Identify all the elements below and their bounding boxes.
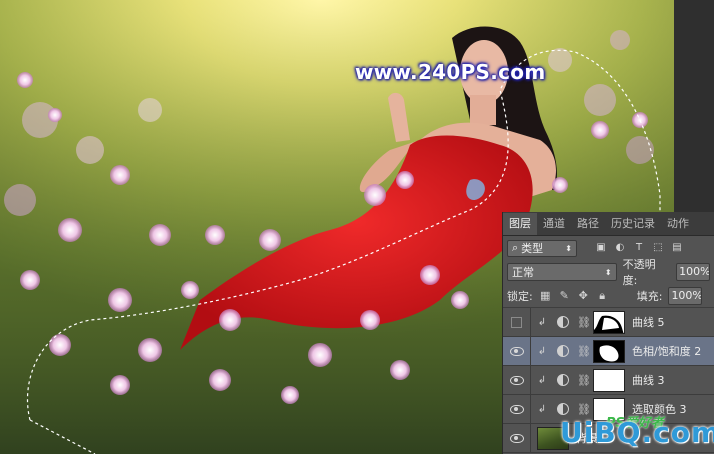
filter-icons: ▣ ◐ T ⬚ ▤ (595, 242, 683, 254)
adjustment-layer-icon (557, 345, 569, 357)
visibility-toggle[interactable] (503, 307, 531, 337)
visibility-toggle[interactable] (503, 365, 531, 395)
layer-row[interactable]: ↲ ⛓ 曲线 5 (503, 307, 714, 337)
smart-object-filter-icon[interactable]: ▤ (671, 242, 683, 254)
lock-position-icon[interactable]: ✥ (577, 289, 590, 302)
layer-name: 色相/饱和度 2 (632, 345, 702, 358)
layer-row[interactable]: ↲ ⛓ 曲线 3 (503, 365, 714, 395)
lock-image-icon[interactable]: ✎ (558, 289, 571, 302)
link-icon[interactable]: ⛓ (577, 345, 591, 358)
opacity-label: 不透明度: (622, 258, 656, 287)
link-icon[interactable]: ⛓ (577, 316, 591, 329)
eye-icon (509, 404, 524, 414)
lock-row: 锁定: ▦ ✎ ✥ 🔒︎ 填充: 100% (503, 284, 714, 308)
link-icon[interactable]: ⛓ (577, 374, 591, 387)
fill-label: 填充: (636, 289, 663, 303)
layer-name: 曲线 5 (632, 316, 665, 329)
adjustment-layer-icon (557, 403, 569, 415)
tab-layers[interactable]: 图层 (503, 213, 537, 235)
chevron-updown-icon: ⬍ (604, 267, 612, 277)
visibility-off-box (511, 316, 522, 328)
layer-name: 曲线 3 (632, 374, 665, 387)
clip-arrow-icon: ↲ (537, 374, 547, 386)
opacity-input[interactable]: 100% (676, 263, 711, 281)
layer-mask-thumbnail[interactable] (593, 310, 625, 334)
visibility-toggle[interactable] (503, 394, 531, 424)
clip-arrow-icon: ↲ (537, 403, 547, 415)
search-icon: ⌕ (512, 241, 519, 254)
eye-icon (509, 375, 524, 385)
link-icon[interactable]: ⛓ (577, 403, 591, 416)
adjustment-layer-icon (557, 374, 569, 386)
tab-paths[interactable]: 路径 (571, 213, 605, 235)
layer-mask-thumbnail[interactable] (593, 368, 625, 392)
tab-channels[interactable]: 通道 (537, 213, 571, 235)
lock-label: 锁定: (507, 289, 533, 303)
filter-type-select[interactable]: ⌕ 类型 ⬍ (507, 239, 577, 257)
visibility-toggle[interactable] (503, 336, 531, 366)
eye-icon (509, 346, 524, 356)
site-logo: UiBQ.com (560, 416, 714, 449)
lock-transparent-icon[interactable]: ▦ (539, 289, 552, 302)
fill-input[interactable]: 100% (668, 286, 703, 305)
blend-mode-value: 正常 (512, 266, 534, 279)
clip-arrow-icon: ↲ (537, 345, 547, 357)
blend-row: 正常 ⬍ 不透明度: 100% (503, 258, 714, 287)
layer-filter-row: ⌕ 类型 ⬍ ▣ ◐ T ⬚ ▤ (503, 236, 714, 260)
panel-tabs: 图层 通道 路径 历史记录 动作 (503, 212, 714, 236)
blend-mode-select[interactable]: 正常 ⬍ (507, 263, 617, 281)
eye-icon (509, 433, 524, 443)
adjustment-filter-icon[interactable]: ◐ (614, 242, 626, 254)
text-filter-icon[interactable]: T (633, 242, 645, 254)
lock-all-icon[interactable]: 🔒︎ (596, 289, 609, 302)
tab-history[interactable]: 历史记录 (605, 213, 661, 235)
chevron-updown-icon: ⬍ (565, 243, 572, 253)
clip-arrow-icon: ↲ (537, 316, 547, 328)
tab-actions[interactable]: 动作 (661, 213, 695, 235)
visibility-toggle[interactable] (503, 423, 531, 453)
shape-filter-icon[interactable]: ⬚ (652, 242, 664, 254)
adjustment-layer-icon (557, 316, 569, 328)
layer-mask-thumbnail[interactable] (593, 339, 625, 363)
canvas-pasteboard (674, 0, 714, 212)
watermark-text: www.240PS.com (355, 60, 546, 84)
layer-row-selected[interactable]: ↲ ⛓ 色相/饱和度 2 (503, 336, 714, 366)
filter-type-label: 类型 (521, 242, 544, 255)
image-filter-icon[interactable]: ▣ (595, 242, 607, 254)
